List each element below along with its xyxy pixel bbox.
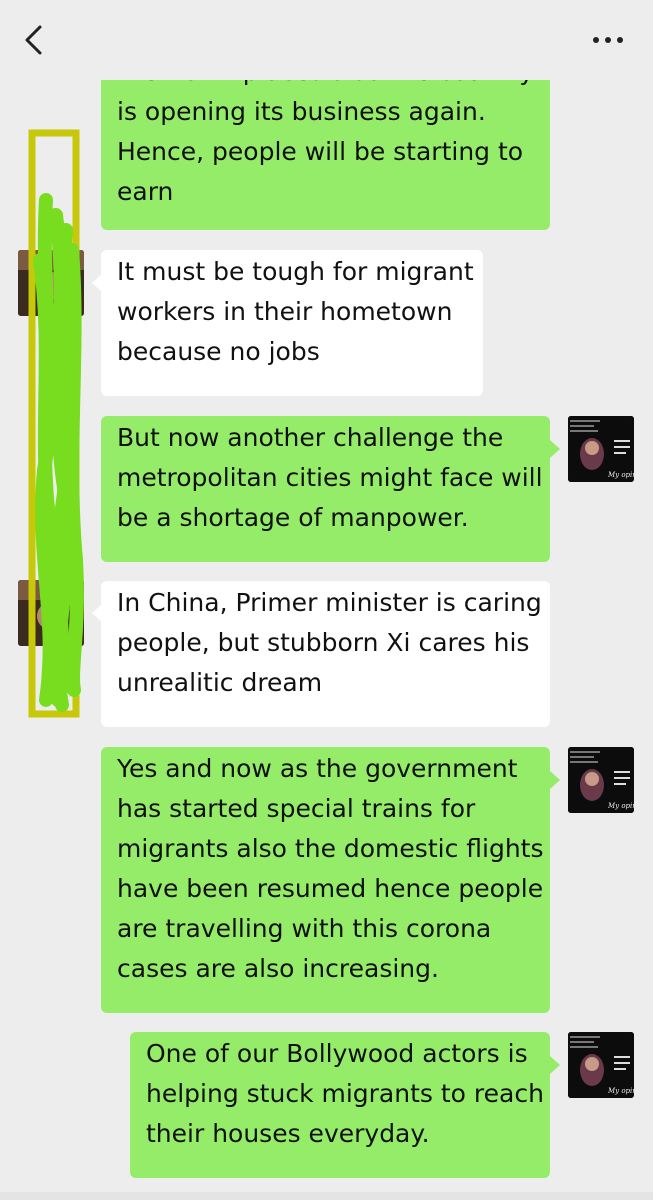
avatar-tagline: My opinion <box>607 1087 634 1095</box>
profile-photo-icon: My opinion <box>568 1032 634 1098</box>
message-line: But now another challenge the <box>117 423 504 452</box>
message-line: be a shortage of manpower. <box>117 503 469 532</box>
message-line: have been resumed hence people <box>117 874 544 903</box>
more-horizontal-icon[interactable] <box>588 30 628 50</box>
message-bubble-sent[interactable]: Yes and now as the government has starte… <box>101 747 550 1013</box>
avatar-tagline: My opinion <box>607 471 634 479</box>
bubble-tail <box>550 771 560 789</box>
message-line: people, but stubborn Xi cares his <box>117 628 530 657</box>
profile-photo-icon: My opinion <box>568 416 634 482</box>
message-line: Hence, people will be starting to <box>117 137 524 166</box>
message-line: metropolitan cities might face will <box>117 463 543 492</box>
message-line: because no jobs <box>117 337 320 366</box>
chevron-left-icon[interactable] <box>20 24 48 56</box>
message-line: unrealitic dream <box>117 668 323 697</box>
message-bubble-sent[interactable]: But now another challenge the metropolit… <box>101 416 550 562</box>
message-line: has started special trains for <box>117 794 476 823</box>
message-line: is opening its business again. <box>117 97 486 126</box>
profile-photo-icon <box>18 250 84 316</box>
message-line: earn <box>117 177 174 206</box>
message-bubble-sent[interactable]: One of our Bollywood actors is helping s… <box>130 1032 550 1178</box>
message-line: Yes and now as the government <box>117 754 518 783</box>
profile-photo-icon: My opinion <box>568 747 634 813</box>
message-line: workers in their hometown <box>117 297 453 326</box>
chat-header <box>0 0 653 80</box>
avatar[interactable]: My opinion <box>568 747 634 813</box>
avatar[interactable] <box>18 250 84 316</box>
avatar[interactable]: My opinion <box>568 1032 634 1098</box>
message-line: One of our Bollywood actors is <box>146 1039 528 1068</box>
message-line: cases are also increasing. <box>117 954 439 983</box>
avatar-tagline: My opinion <box>607 802 634 810</box>
message-line: migrants also the domestic flights <box>117 834 544 863</box>
message-bubble-received[interactable]: It must be tough for migrant workers in … <box>101 250 483 396</box>
bubble-tail <box>550 440 560 458</box>
message-line: In China, Primer minister is caring <box>117 588 542 617</box>
bubble-tail <box>550 1056 560 1074</box>
message-line: helping stuck migrants to reach <box>146 1079 544 1108</box>
message-bubble-received[interactable]: In China, Primer minister is caring peop… <box>101 581 550 727</box>
message-line: It must be tough for migrant <box>117 257 474 286</box>
message-line: are travelling with this corona <box>117 914 492 943</box>
message-line: their houses everyday. <box>146 1119 430 1148</box>
chat-area: their own places also the country is ope… <box>0 0 653 1200</box>
avatar[interactable] <box>18 580 84 646</box>
divider <box>0 1192 653 1200</box>
avatar[interactable]: My opinion <box>568 416 634 482</box>
profile-photo-icon <box>18 580 84 646</box>
